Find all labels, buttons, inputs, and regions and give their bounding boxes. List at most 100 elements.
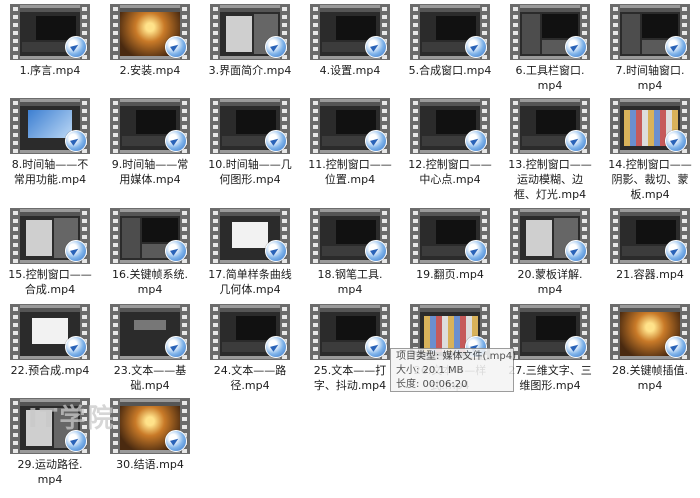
play-icon xyxy=(565,36,587,58)
file-name: 24.文本——路 径.mp4 xyxy=(213,364,287,392)
file-item[interactable]: 19.翻页.mp4 xyxy=(400,208,500,308)
play-icon xyxy=(565,336,587,358)
video-thumbnail xyxy=(210,98,290,154)
play-icon xyxy=(65,36,87,58)
file-item[interactable]: 8.时间轴——不 常用功能.mp4 xyxy=(0,98,100,198)
video-thumbnail xyxy=(110,208,190,264)
file-name: 20.蒙板详解. mp4 xyxy=(517,268,583,296)
file-name: 17.简单样条曲线 几何体.mp4 xyxy=(208,268,292,296)
file-name: 4.设置.mp4 xyxy=(319,64,381,77)
file-item[interactable]: 5.合成窗口.mp4 xyxy=(400,4,500,104)
file-name: 10.时间轴——几 何图形.mp4 xyxy=(208,158,292,186)
play-icon xyxy=(465,36,487,58)
file-item[interactable]: 20.蒙板详解. mp4 xyxy=(500,208,600,308)
file-item[interactable]: 3.界面简介.mp4 xyxy=(200,4,300,104)
file-name: 15.控制窗口—— 合成.mp4 xyxy=(8,268,92,296)
tooltip-type: 项目类型: 媒体文件(.mp4) xyxy=(396,351,516,362)
file-item[interactable]: 16.关键帧系统. mp4 xyxy=(100,208,200,308)
tooltip-size: 大小: 20.1 MB xyxy=(396,365,464,376)
video-thumbnail xyxy=(410,98,490,154)
play-icon xyxy=(65,240,87,262)
tooltip-length: 长度: 00:06:20 xyxy=(396,379,468,390)
file-item[interactable]: 21.容器.mp4 xyxy=(600,208,700,308)
video-thumbnail xyxy=(610,4,690,60)
file-name: 21.容器.mp4 xyxy=(616,268,684,281)
video-thumbnail xyxy=(210,4,290,60)
video-thumbnail xyxy=(210,208,290,264)
play-icon xyxy=(665,240,687,262)
video-thumbnail xyxy=(510,4,590,60)
play-icon xyxy=(465,240,487,262)
play-icon xyxy=(665,336,687,358)
video-thumbnail xyxy=(610,98,690,154)
file-tooltip: 项目类型: 媒体文件(.mp4) 大小: 20.1 MB 长度: 00:06:2… xyxy=(390,348,516,392)
file-item[interactable]: 10.时间轴——几 何图形.mp4 xyxy=(200,98,300,198)
file-item[interactable]: 12.控制窗口—— 中心点.mp4 xyxy=(400,98,500,198)
file-item[interactable]: 6.工具栏窗口. mp4 xyxy=(500,4,600,104)
file-item[interactable]: 28.关键帧插值. mp4 xyxy=(600,304,700,404)
video-thumbnail xyxy=(110,4,190,60)
video-thumbnail xyxy=(610,304,690,360)
video-thumbnail xyxy=(410,4,490,60)
file-name: 30.结语.mp4 xyxy=(116,458,184,471)
file-item[interactable]: 9.时间轴——常 用媒体.mp4 xyxy=(100,98,200,198)
video-thumbnail xyxy=(310,304,390,360)
file-name: 9.时间轴——常 用媒体.mp4 xyxy=(111,158,189,186)
file-item[interactable]: 11.控制窗口—— 位置.mp4 xyxy=(300,98,400,198)
play-icon xyxy=(665,36,687,58)
video-thumbnail xyxy=(310,4,390,60)
file-item[interactable]: 15.控制窗口—— 合成.mp4 xyxy=(0,208,100,308)
file-item[interactable]: 24.文本——路 径.mp4 xyxy=(200,304,300,404)
play-icon xyxy=(365,36,387,58)
file-name: 28.关键帧插值. mp4 xyxy=(612,364,688,392)
file-item[interactable]: 17.简单样条曲线 几何体.mp4 xyxy=(200,208,300,308)
play-icon xyxy=(365,130,387,152)
file-name: 19.翻页.mp4 xyxy=(416,268,484,281)
play-icon xyxy=(465,130,487,152)
file-name: 22.预合成.mp4 xyxy=(10,364,90,377)
play-icon xyxy=(565,240,587,262)
video-thumbnail xyxy=(610,208,690,264)
file-name: 27.三维文字、三 维图形.mp4 xyxy=(508,364,592,392)
video-thumbnail xyxy=(510,208,590,264)
play-icon xyxy=(265,130,287,152)
file-name: 6.工具栏窗口. mp4 xyxy=(515,64,585,92)
video-thumbnail xyxy=(510,98,590,154)
file-item[interactable]: 13.控制窗口—— 运动模糊、边 框、灯光.mp4 xyxy=(500,98,600,201)
video-thumbnail xyxy=(110,98,190,154)
file-item[interactable]: 25.文本——打 字、抖动.mp4 xyxy=(300,304,400,404)
play-icon xyxy=(65,336,87,358)
file-name: 3.界面简介.mp4 xyxy=(208,64,292,77)
file-name: 29.运动路径. mp4 xyxy=(17,458,83,486)
play-icon xyxy=(165,240,187,262)
play-icon xyxy=(165,336,187,358)
file-name: 25.文本——打 字、抖动.mp4 xyxy=(313,364,387,392)
file-name: 16.关键帧系统. mp4 xyxy=(112,268,188,296)
file-item[interactable]: 18.钢笔工具. mp4 xyxy=(300,208,400,308)
video-thumbnail xyxy=(410,208,490,264)
file-name: 13.控制窗口—— 运动模糊、边 框、灯光.mp4 xyxy=(508,158,592,201)
file-name: 12.控制窗口—— 中心点.mp4 xyxy=(408,158,492,186)
file-item[interactable]: 23.文本——基 础.mp4 xyxy=(100,304,200,404)
file-item[interactable]: 14.控制窗口—— 阴影、裁切、蒙 板.mp4 xyxy=(600,98,700,201)
play-icon xyxy=(265,240,287,262)
file-item[interactable]: 2.安装.mp4 xyxy=(100,4,200,104)
file-name: 2.安装.mp4 xyxy=(119,64,181,77)
file-name: 5.合成窗口.mp4 xyxy=(408,64,492,77)
file-name: 8.时间轴——不 常用功能.mp4 xyxy=(11,158,89,186)
file-name: 14.控制窗口—— 阴影、裁切、蒙 板.mp4 xyxy=(608,158,692,201)
video-thumbnail xyxy=(10,4,90,60)
file-item[interactable]: 7.时间轴窗口. mp4 xyxy=(600,4,700,104)
play-icon xyxy=(165,36,187,58)
file-name: 18.钢笔工具. mp4 xyxy=(317,268,383,296)
video-thumbnail xyxy=(310,208,390,264)
file-item[interactable]: 22.预合成.mp4 xyxy=(0,304,100,404)
play-icon xyxy=(665,130,687,152)
file-item[interactable]: 1.序言.mp4 xyxy=(0,4,100,104)
play-icon xyxy=(165,130,187,152)
play-icon xyxy=(265,36,287,58)
video-thumbnail xyxy=(310,98,390,154)
video-thumbnail xyxy=(510,304,590,360)
file-item[interactable]: 4.设置.mp4 xyxy=(300,4,400,104)
file-name: 11.控制窗口—— 位置.mp4 xyxy=(308,158,392,186)
